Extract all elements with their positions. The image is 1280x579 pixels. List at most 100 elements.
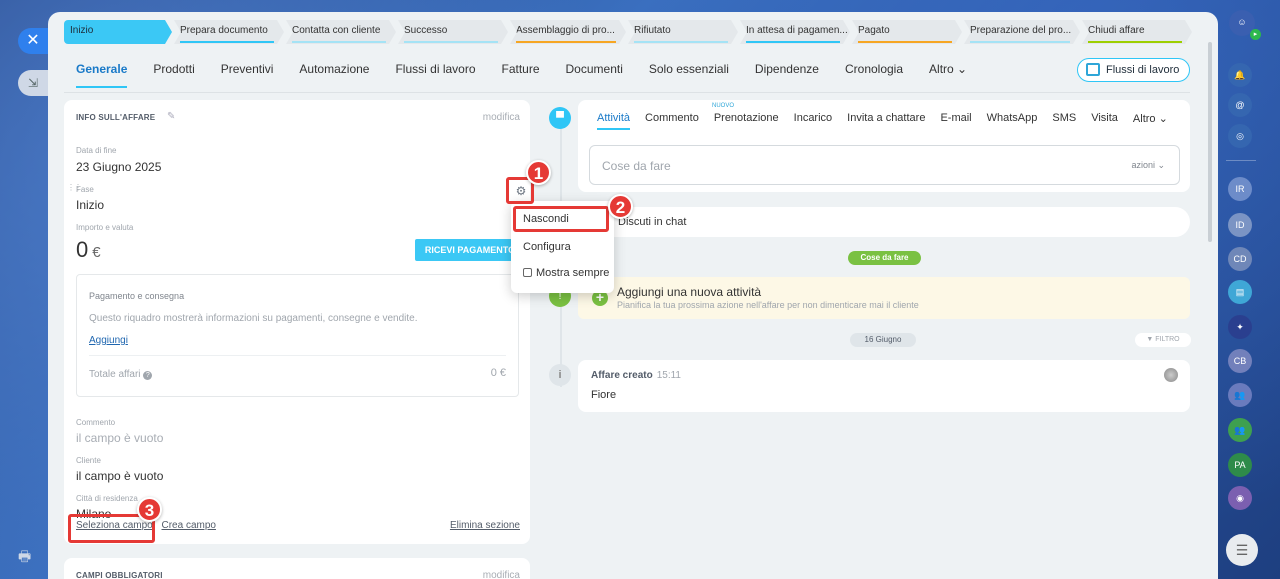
stage-3[interactable]: Contatta con cliente bbox=[286, 20, 396, 44]
tab-8[interactable]: Dipendenze bbox=[755, 62, 819, 88]
new-activity-title: Aggiungi una nuova attività bbox=[617, 285, 762, 299]
currency: € bbox=[92, 244, 101, 261]
todo-pill: Cose da fare bbox=[848, 251, 921, 265]
end-date-value[interactable]: 23 Giugno 2025 bbox=[76, 160, 161, 174]
tab-3[interactable]: Automazione bbox=[299, 62, 369, 88]
amount-number: 0 bbox=[76, 237, 89, 262]
tab-2[interactable]: Preventivi bbox=[221, 62, 274, 88]
client-label: Cliente bbox=[76, 456, 101, 465]
stage-4[interactable]: Successo bbox=[398, 20, 508, 44]
bell-icon[interactable]: 🔔 bbox=[1228, 63, 1252, 87]
amount-value[interactable]: 0 € bbox=[76, 237, 101, 263]
workflow-icon bbox=[1086, 63, 1100, 76]
workflows-button[interactable]: Flussi di lavoro bbox=[1077, 58, 1190, 82]
stage-9[interactable]: Preparazione del pro... bbox=[964, 20, 1080, 44]
contact-ir[interactable]: IR bbox=[1228, 177, 1252, 201]
team-icon[interactable]: 👥 bbox=[1228, 418, 1252, 442]
discuss-chat-label: Discuti in chat bbox=[618, 216, 687, 228]
tab-6[interactable]: Documenti bbox=[566, 62, 623, 88]
contact-cb[interactable]: CB bbox=[1228, 349, 1252, 373]
status-icon: ▸ bbox=[1250, 29, 1261, 40]
new-activity-card[interactable]: + Aggiungi una nuova attività Pianifica … bbox=[578, 277, 1190, 319]
stage-5[interactable]: Assemblaggio di pro... bbox=[510, 20, 626, 44]
spiral-icon[interactable]: @ bbox=[1228, 93, 1252, 117]
activity-tab-7[interactable]: SMS bbox=[1052, 112, 1076, 130]
phase-value[interactable]: Inizio bbox=[76, 198, 104, 212]
created-title-text: Affare creato bbox=[591, 370, 653, 381]
help-icon[interactable]: ? bbox=[143, 371, 153, 380]
comment-value[interactable]: il campo è vuoto bbox=[76, 431, 163, 445]
contact-cd[interactable]: CD bbox=[1228, 247, 1252, 271]
add-link[interactable]: Aggiungi bbox=[89, 335, 128, 346]
separator bbox=[1226, 160, 1256, 161]
stage-color-bar bbox=[516, 41, 616, 43]
actions-dropdown[interactable]: azioni ⌄ bbox=[1131, 160, 1165, 171]
print-icon[interactable]: 🖶 bbox=[18, 546, 31, 570]
tab-7[interactable]: Solo essenziali bbox=[649, 62, 729, 88]
stage-1[interactable]: Inizio bbox=[64, 20, 172, 44]
client-value[interactable]: il campo è vuoto bbox=[76, 469, 163, 483]
group-chat-icon[interactable]: ▤ bbox=[1228, 280, 1252, 304]
stage-color-bar bbox=[180, 41, 274, 43]
activity-tab-1[interactable]: Commento bbox=[645, 112, 699, 130]
stage-6[interactable]: Rifiutato bbox=[628, 20, 738, 44]
activity-editor: NUOVO Attività Commento Prenotazione Incari… bbox=[578, 100, 1190, 192]
activity-tab-8[interactable]: Visita bbox=[1091, 112, 1118, 130]
filter-label: FILTRO bbox=[1155, 336, 1180, 343]
activity-tab-4[interactable]: Invita a chattare bbox=[847, 112, 925, 130]
receive-payment-button[interactable]: RICEVI PAGAMENTO bbox=[415, 239, 525, 261]
scrollbar[interactable] bbox=[1208, 42, 1212, 242]
menu-item-configure[interactable]: Configura bbox=[523, 241, 571, 253]
stage-label: Assemblaggio di pro... bbox=[516, 25, 615, 36]
stage-label: Preparazione del pro... bbox=[970, 25, 1072, 36]
tab-5[interactable]: Fatture bbox=[502, 62, 540, 88]
activity-tab-2[interactable]: Prenotazione bbox=[714, 112, 779, 130]
tab-divider bbox=[64, 92, 1190, 93]
stage-bar: Inizio Prepara documento Contatta con clie… bbox=[64, 20, 1192, 44]
contact-id[interactable]: ID bbox=[1228, 213, 1252, 237]
group-icon[interactable]: 👥 bbox=[1228, 383, 1252, 407]
tab-1[interactable]: Prodotti bbox=[153, 62, 194, 88]
stage-color-bar bbox=[404, 41, 498, 43]
menu-icon: ☰ bbox=[1235, 542, 1249, 558]
phase-label: Fase bbox=[76, 185, 94, 194]
pencil-icon[interactable]: ✎ bbox=[167, 111, 175, 122]
stage-7[interactable]: In attesa di pagamen... bbox=[740, 20, 850, 44]
close-slider-button[interactable]: ✕ bbox=[18, 28, 48, 54]
spiral-app-icon[interactable]: ◉ bbox=[1228, 486, 1252, 510]
stage-10[interactable]: Chiudi affare bbox=[1082, 20, 1192, 44]
avatar[interactable] bbox=[1164, 368, 1178, 382]
minimize-slider-button[interactable]: ⇲ bbox=[18, 70, 48, 96]
stage-label: In attesa di pagamen... bbox=[746, 25, 848, 36]
tab-0[interactable]: Generale bbox=[76, 62, 128, 88]
stage-8[interactable]: Pagato bbox=[852, 20, 962, 44]
menu-button[interactable]: ☰ bbox=[1226, 534, 1258, 566]
checkbox[interactable] bbox=[523, 268, 532, 277]
tab-9[interactable]: Cronologia bbox=[845, 62, 903, 88]
main-tabs: Generale Prodotti Preventivi Automazione Flu… bbox=[76, 62, 967, 88]
todo-input[interactable]: Cose da fare azioni ⌄ bbox=[589, 145, 1180, 185]
shapes-icon[interactable]: ✦ bbox=[1228, 315, 1252, 339]
stage-2[interactable]: Prepara documento bbox=[174, 20, 284, 44]
payment-title: Pagamento e consegna bbox=[89, 291, 185, 301]
activity-tab-0[interactable]: Attività bbox=[597, 112, 631, 130]
activity-tab-9[interactable]: Altro ⌄ bbox=[1133, 112, 1168, 130]
amount-label: Importo e valuta bbox=[76, 223, 134, 232]
activity-tab-3[interactable]: Incarico bbox=[794, 112, 833, 130]
created-value: Fiore bbox=[591, 389, 617, 401]
edit-link[interactable]: modifica bbox=[483, 112, 520, 123]
create-field-link[interactable]: Crea campo bbox=[162, 520, 216, 531]
required-edit-link[interactable]: modifica bbox=[483, 570, 520, 579]
menu-item-show-always[interactable]: Mostra sempre bbox=[523, 267, 609, 279]
activity-tab-5[interactable]: E-mail bbox=[940, 112, 971, 130]
contact-pa[interactable]: PA bbox=[1228, 453, 1252, 477]
discuss-chat-card[interactable]: Discuti in chat bbox=[578, 207, 1190, 237]
required-fields-card: CAMPI OBBLIGATORI modifica bbox=[64, 558, 530, 579]
chat-icon[interactable]: ◎ bbox=[1228, 124, 1252, 148]
close-icon: ✕ bbox=[26, 32, 40, 49]
activity-tab-6[interactable]: WhatsApp bbox=[987, 112, 1038, 130]
filter-button[interactable]: ▼ FILTRO bbox=[1135, 333, 1191, 347]
tab-4[interactable]: Flussi di lavoro bbox=[395, 62, 475, 88]
tab-10[interactable]: Altro ⌄ bbox=[929, 62, 967, 88]
delete-section-link[interactable]: Elimina sezione bbox=[450, 520, 520, 531]
